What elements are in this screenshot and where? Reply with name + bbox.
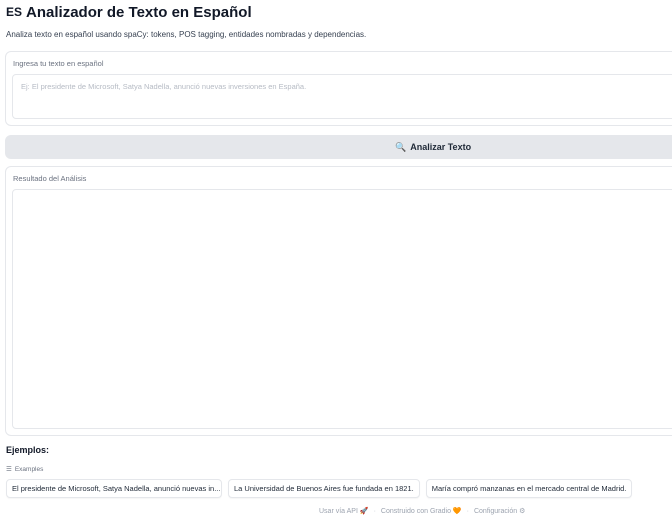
page-title: ES Analizador de Texto en Español	[6, 2, 252, 22]
example-item[interactable]: El presidente de Microsoft, Satya Nadell…	[6, 479, 222, 498]
output-block: Resultado del Análisis	[5, 166, 672, 436]
analyze-button-content: 🔍 Analizar Texto	[395, 135, 471, 159]
examples-heading: Ejemplos:	[6, 445, 50, 455]
use-api-link[interactable]: Usar vía API 🚀	[319, 507, 369, 515]
built-with-gradio-link[interactable]: Construido con Gradio 🧡	[381, 507, 462, 515]
input-label: Ingresa tu texto en español	[13, 59, 104, 68]
examples-tag: ☰ Examples	[6, 465, 44, 474]
analysis-output[interactable]	[12, 189, 672, 429]
footer-separator: ·	[466, 507, 469, 515]
page-title-text: Analizador de Texto en Español	[26, 3, 252, 21]
app-page: ES Analizador de Texto en Español Analiz…	[0, 0, 672, 515]
page-description: Analiza texto en español usando spaCy: t…	[6, 30, 367, 39]
examples-tag-label: Examples	[14, 465, 44, 473]
analyze-button[interactable]: 🔍 Analizar Texto	[5, 135, 672, 159]
built-with-gradio-label: Construido con Gradio	[380, 508, 451, 515]
text-input[interactable]: Ej: El presidente de Microsoft, Satya Na…	[12, 74, 672, 119]
analyze-button-label: Analizar Texto	[410, 142, 472, 152]
input-block: Ingresa tu texto en español Ej: El presi…	[5, 51, 672, 126]
list-icon: ☰	[6, 466, 12, 473]
search-icon: 🔍	[395, 141, 407, 152]
gradio-logo-icon: 🧡	[452, 508, 462, 515]
examples-list: El presidente de Microsoft, Satya Nadell…	[6, 479, 633, 498]
example-item[interactable]: María compró manzanas en el mercado cent…	[425, 479, 633, 498]
settings-label: Configuración	[473, 508, 518, 515]
gear-icon: ⚙	[519, 508, 526, 515]
settings-link[interactable]: Configuración ⚙	[474, 507, 525, 515]
use-api-label: Usar vía API	[319, 508, 358, 515]
rocket-icon: 🚀	[359, 508, 369, 515]
footer-separator: ·	[373, 507, 376, 515]
output-label: Resultado del Análisis	[13, 174, 87, 183]
example-item[interactable]: La Universidad de Buenos Aires fue funda…	[228, 479, 420, 498]
footer: Usar vía API 🚀 · Construido con Gradio 🧡…	[319, 507, 525, 515]
spain-flag-icon: ES	[6, 5, 23, 19]
